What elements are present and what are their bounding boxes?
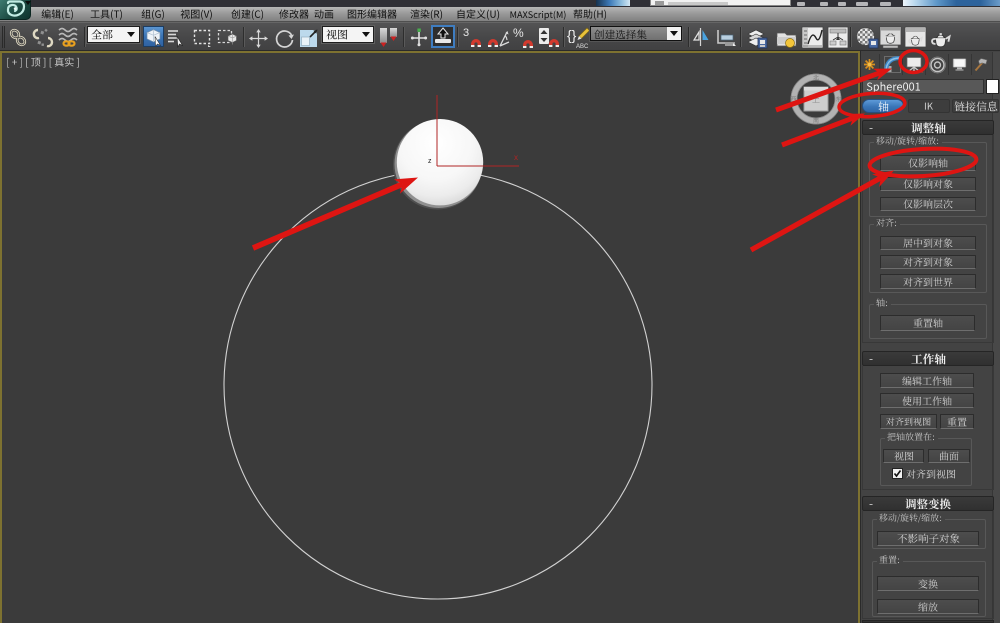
svg-text:{}: {} bbox=[567, 27, 577, 43]
svg-text:z: z bbox=[428, 158, 432, 165]
svg-text:3: 3 bbox=[463, 27, 469, 39]
svg-text:x: x bbox=[514, 153, 518, 162]
svg-text:ABC: ABC bbox=[576, 44, 589, 50]
svg-text:%: % bbox=[513, 27, 524, 40]
